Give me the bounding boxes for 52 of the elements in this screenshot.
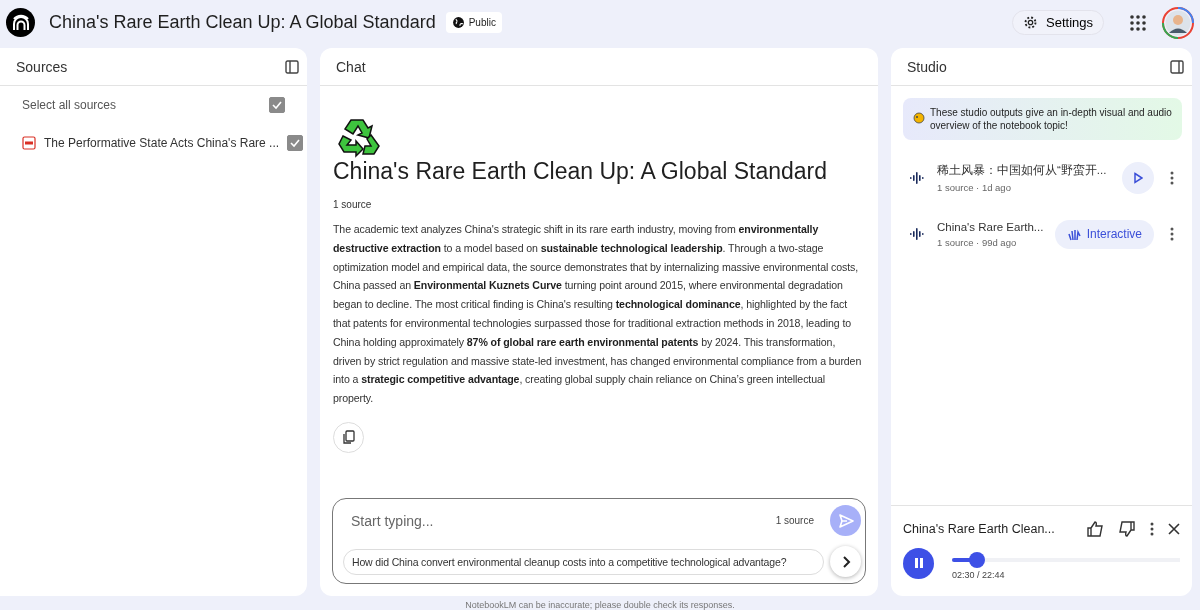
hand-icon [1066, 227, 1081, 241]
notebook-title: China's Rare Earth Clean Up: A Global Standard [49, 12, 436, 33]
studio-item-meta: 1 source · 1d ago [937, 182, 1012, 193]
more-icon[interactable] [1170, 171, 1174, 185]
settings-button[interactable]: Settings [1012, 10, 1104, 35]
play-button[interactable] [1122, 162, 1154, 194]
player-title: China's Rare Earth Clean... [903, 522, 1056, 536]
panel-title: Sources [16, 58, 68, 75]
close-icon[interactable] [1168, 523, 1180, 535]
select-all-label: Select all sources [22, 98, 118, 112]
thumbs-down-icon[interactable] [1118, 520, 1136, 538]
more-icon[interactable] [1150, 522, 1154, 536]
notebook-heading: China's Rare Earth Clean Up: A Global Standard [333, 158, 829, 185]
next-button[interactable] [830, 546, 861, 577]
app-logo-icon[interactable] [6, 8, 35, 37]
visibility-badge[interactable]: Public [445, 12, 502, 33]
pause-button[interactable] [903, 547, 934, 579]
pause-icon [912, 557, 925, 569]
panel-title: Chat [336, 58, 366, 75]
progress-thumb[interactable] [969, 552, 986, 568]
copy-button[interactable] [333, 421, 364, 453]
play-icon [1133, 172, 1143, 184]
source-count: 1 source [775, 515, 814, 526]
avatar-icon[interactable] [1162, 6, 1194, 39]
playback-time: 02:30 / 22:44 [952, 570, 1006, 580]
chat-input-box[interactable]: Start typing... 1 source How did China convert environmental cleanup costs into a competitive technological advantage? [332, 498, 866, 584]
studio-item-title[interactable]: China's Rare Earth... [937, 220, 1045, 233]
panel-toggle-icon[interactable] [1170, 59, 1184, 74]
studio-item-meta: 1 source · 99d ago [937, 236, 1018, 248]
apps-grid-icon[interactable] [1130, 14, 1146, 31]
check-icon [289, 137, 302, 149]
checkbox[interactable] [269, 97, 285, 113]
thumbs-up-icon[interactable] [1086, 520, 1104, 538]
checkbox[interactable] [287, 135, 304, 151]
check-icon [271, 99, 283, 111]
disclaimer-text: NotebookLM can be inaccurate; please double check its responses. [464, 599, 736, 610]
send-icon [837, 512, 854, 529]
studio-item-title[interactable]: 稀土风暴：中国如何从“野蛮开... [937, 163, 1112, 178]
panel-toggle-icon[interactable] [285, 59, 299, 74]
panel-title: Studio [907, 58, 947, 75]
source-count: 1 source [333, 199, 373, 210]
chevron-right-icon [840, 555, 851, 568]
banner-text: These studio outputs give an in-depth visual and audio overview of the notebook topic! [930, 106, 1172, 132]
recycle-icon [337, 116, 381, 158]
summary-paragraph: The academic text analyzes China's strategic shift in its rare earth industry, moving from environmentally destructive extraction to a model based on sustainable technological leadership. Through a two-stage optimization model and empirical data, the source demonstrates that by internalizing massive environmental costs, China passed an Environmental Kuznets Curve turning point around 2015, where environmental degradation began to decline. The most critical finding is China's resulting technological dominance, highlighted by the fact that patents for environmental technologies surpassed those for traditional extraction methods in 2018, leading to China holding approximately 87% of global rare earth environmental patents by 2024. This transformation, driven by strict regulation and massive state-led investment, has changed environmental compliance from a burden into a strategic competitive advantage, creating global supply chain reliance on China’s green intellectual property. [333, 222, 863, 407]
pdf-icon [22, 136, 36, 150]
suggestion-chip[interactable]: How did China convert environmental cleanup costs into a competitive technological advantage? [343, 548, 824, 575]
more-icon[interactable] [1170, 227, 1174, 241]
interactive-button[interactable]: Interactive [1054, 219, 1154, 249]
copy-icon [341, 430, 356, 445]
settings-icon [1023, 15, 1038, 30]
source-item[interactable]: The Performative State Acts China's Rare ... [44, 136, 280, 150]
